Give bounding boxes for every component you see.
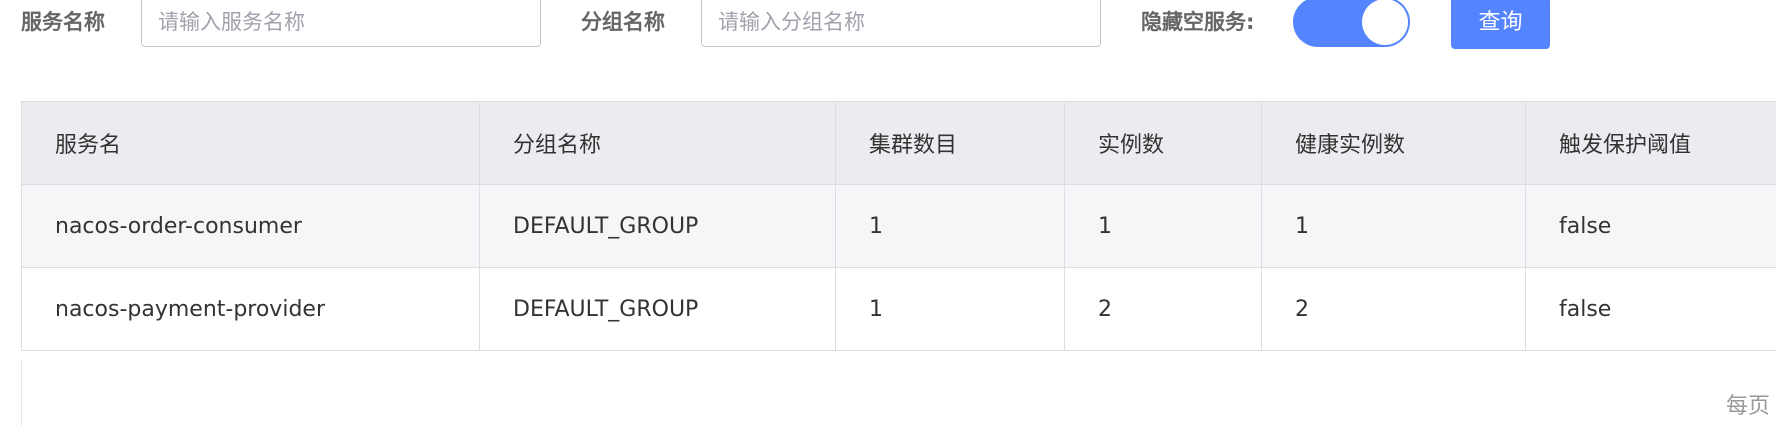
table-row[interactable]: nacos-order-consumer DEFAULT_GROUP 1 1 1… [21,184,1776,268]
services-table: 服务名 分组名称 集群数目 实例数 健康实例数 触发保护阈值 nacos-ord… [21,101,1776,351]
hide-empty-services-label: 隐藏空服务: [1141,10,1255,34]
cell-protect-threshold: false [1525,184,1776,268]
cell-healthy-instance-count: 2 [1261,267,1526,351]
query-button[interactable]: 查询 [1451,0,1550,49]
cell-instance-count: 2 [1064,267,1262,351]
column-header-healthy-instance-count[interactable]: 健康实例数 [1261,101,1526,185]
content-left-border [21,360,22,426]
table-header-row: 服务名 分组名称 集群数目 实例数 健康实例数 触发保护阈值 [21,101,1776,185]
cell-group-name: DEFAULT_GROUP [479,267,836,351]
hide-empty-services-toggle[interactable] [1293,0,1410,47]
cell-cluster-count: 1 [835,267,1065,351]
group-name-input[interactable] [701,0,1101,47]
cell-healthy-instance-count: 1 [1261,184,1526,268]
service-list-page: 服务名称 分组名称 隐藏空服务: 查询 服务名 分组名称 集群数目 实例数 健康… [0,0,1776,426]
group-name-label: 分组名称 [581,10,665,34]
service-name-label: 服务名称 [21,10,105,34]
toggle-knob [1362,0,1408,45]
cell-instance-count: 1 [1064,184,1262,268]
column-header-protect-threshold[interactable]: 触发保护阈值 [1525,101,1776,185]
column-header-service-name[interactable]: 服务名 [21,101,480,185]
cell-cluster-count: 1 [835,184,1065,268]
column-header-cluster-count[interactable]: 集群数目 [835,101,1065,185]
cell-service-name: nacos-order-consumer [21,184,480,268]
service-name-input[interactable] [141,0,541,47]
cell-protect-threshold: false [1525,267,1776,351]
cell-group-name: DEFAULT_GROUP [479,184,836,268]
cell-service-name: nacos-payment-provider [21,267,480,351]
column-header-instance-count[interactable]: 实例数 [1064,101,1262,185]
column-header-group-name[interactable]: 分组名称 [479,101,836,185]
table-row[interactable]: nacos-payment-provider DEFAULT_GROUP 1 2… [21,267,1776,351]
per-page-label: 每页 [1726,394,1771,419]
